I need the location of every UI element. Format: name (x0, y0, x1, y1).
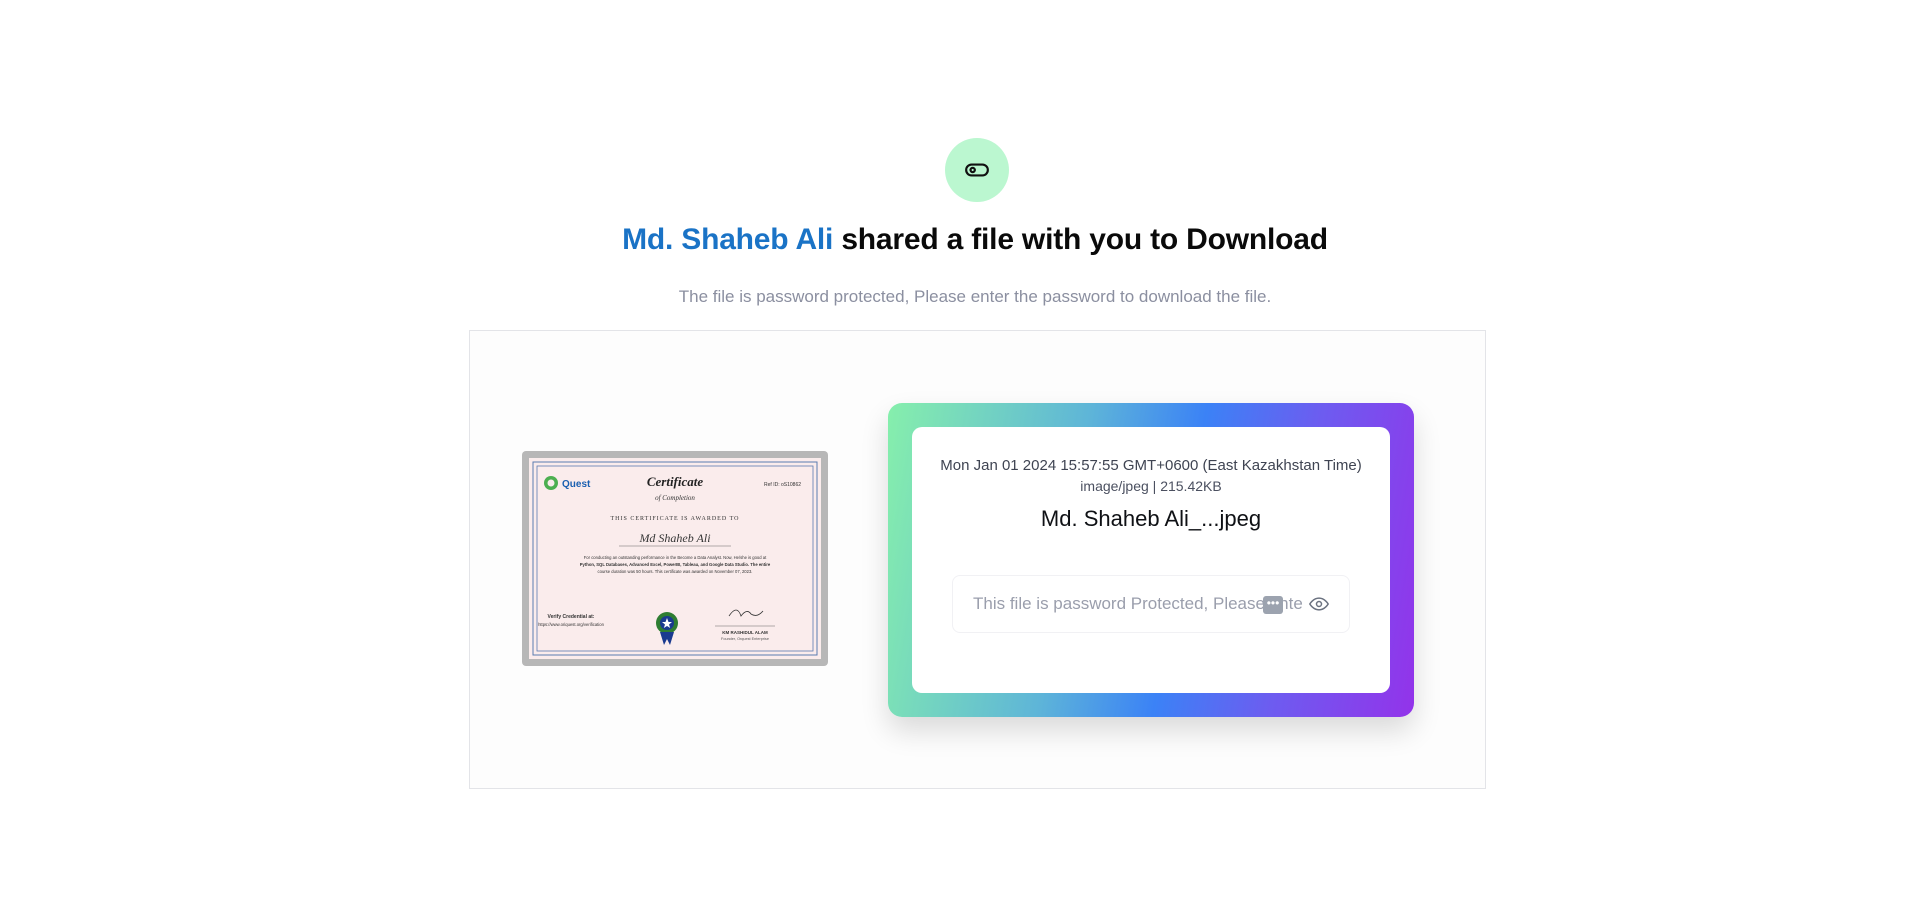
toggle-icon (945, 138, 1009, 202)
password-manager-badge[interactable]: ••• (1263, 596, 1283, 614)
file-card: Mon Jan 01 2024 15:57:55 GMT+0600 (East … (912, 427, 1390, 693)
file-date: Mon Jan 01 2024 15:57:55 GMT+0600 (East … (940, 457, 1362, 474)
cert-brand: Quest (562, 479, 591, 490)
cert-ref: Ref ID: oS10862 (764, 482, 801, 488)
cert-title: Certificate (647, 474, 704, 489)
eye-icon[interactable] (1307, 592, 1331, 616)
sender-name: Md. Shaheb Ali (622, 223, 834, 256)
cert-awarded: THIS CERTIFICATE IS AWARDED TO (611, 516, 740, 522)
cert-body-2: Python, SQL Databases, Advanced Excel, P… (580, 562, 771, 567)
file-card-frame: Mon Jan 01 2024 15:57:55 GMT+0600 (East … (888, 403, 1414, 717)
cert-subtitle: of Completion (655, 494, 695, 502)
password-field: ••• (952, 575, 1350, 633)
certificate-image: Quest Certificate of Completion Ref ID: … (529, 458, 821, 659)
cert-body-1: For conducting an outstanding performanc… (584, 555, 767, 560)
cert-signer-role: Founder, Orquest Enterprise (721, 637, 769, 641)
page-subtitle: The file is password protected, Please e… (678, 287, 1272, 306)
file-preview: Quest Certificate of Completion Ref ID: … (522, 451, 828, 666)
download-panel: Quest Certificate of Completion Ref ID: … (469, 330, 1486, 789)
headline-text: shared a file with you to Download (833, 223, 1328, 256)
file-name: Md. Shaheb Ali_...jpeg (1040, 506, 1262, 531)
password-input[interactable] (973, 589, 1303, 619)
cert-signer: KM RASHIDUL ALAM (722, 630, 768, 635)
cert-verify-label: Verify Credential at: (548, 614, 595, 620)
file-type-size: image/jpeg | 215.42KB (1080, 478, 1222, 494)
cert-verify-url: https://www.oriquest.org/verification (538, 622, 605, 627)
cert-recipient: Md Shaheb Ali (638, 531, 710, 545)
page-headline: Md. Shaheb Ali shared a file with you to… (0, 223, 1920, 257)
cert-body-3: course duration was 50 hours. This certi… (598, 569, 753, 574)
